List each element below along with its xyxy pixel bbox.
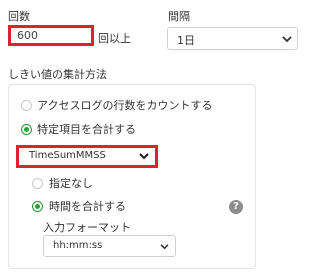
radio-sum-time[interactable] bbox=[32, 201, 43, 212]
chevron-down-icon bbox=[282, 36, 292, 43]
radio-no-spec[interactable] bbox=[32, 178, 43, 189]
count-input[interactable] bbox=[8, 25, 94, 46]
aggregation-title: しきい値の集計方法 bbox=[8, 68, 107, 81]
interval-select-value: 1日 bbox=[177, 34, 195, 47]
radio-sum-time-label[interactable]: 時間を合計する bbox=[49, 198, 126, 214]
field-select-value: TimeSumMMSS bbox=[29, 150, 106, 161]
input-format-select[interactable]: hh:mm:ss bbox=[43, 235, 176, 257]
help-icon[interactable]: ? bbox=[229, 200, 243, 214]
radio-count-lines[interactable] bbox=[21, 100, 32, 111]
interval-label: 間隔 bbox=[168, 10, 190, 23]
radio-count-lines-label[interactable]: アクセスログの行数をカウントする bbox=[37, 97, 212, 113]
field-select[interactable]: TimeSumMMSS bbox=[16, 145, 158, 168]
radio-sum-field[interactable] bbox=[21, 124, 32, 135]
input-format-label: 入力フォーマット bbox=[43, 221, 131, 234]
count-label: 回数 bbox=[8, 10, 30, 23]
chevron-down-icon bbox=[139, 153, 149, 160]
chevron-down-icon bbox=[160, 244, 169, 250]
count-suffix: 回以上 bbox=[98, 32, 131, 45]
radio-no-spec-label[interactable]: 指定なし bbox=[49, 175, 93, 191]
input-format-value: hh:mm:ss bbox=[53, 240, 103, 251]
interval-select[interactable]: 1日 bbox=[167, 27, 298, 50]
radio-sum-field-label[interactable]: 特定項目を合計する bbox=[37, 121, 136, 137]
